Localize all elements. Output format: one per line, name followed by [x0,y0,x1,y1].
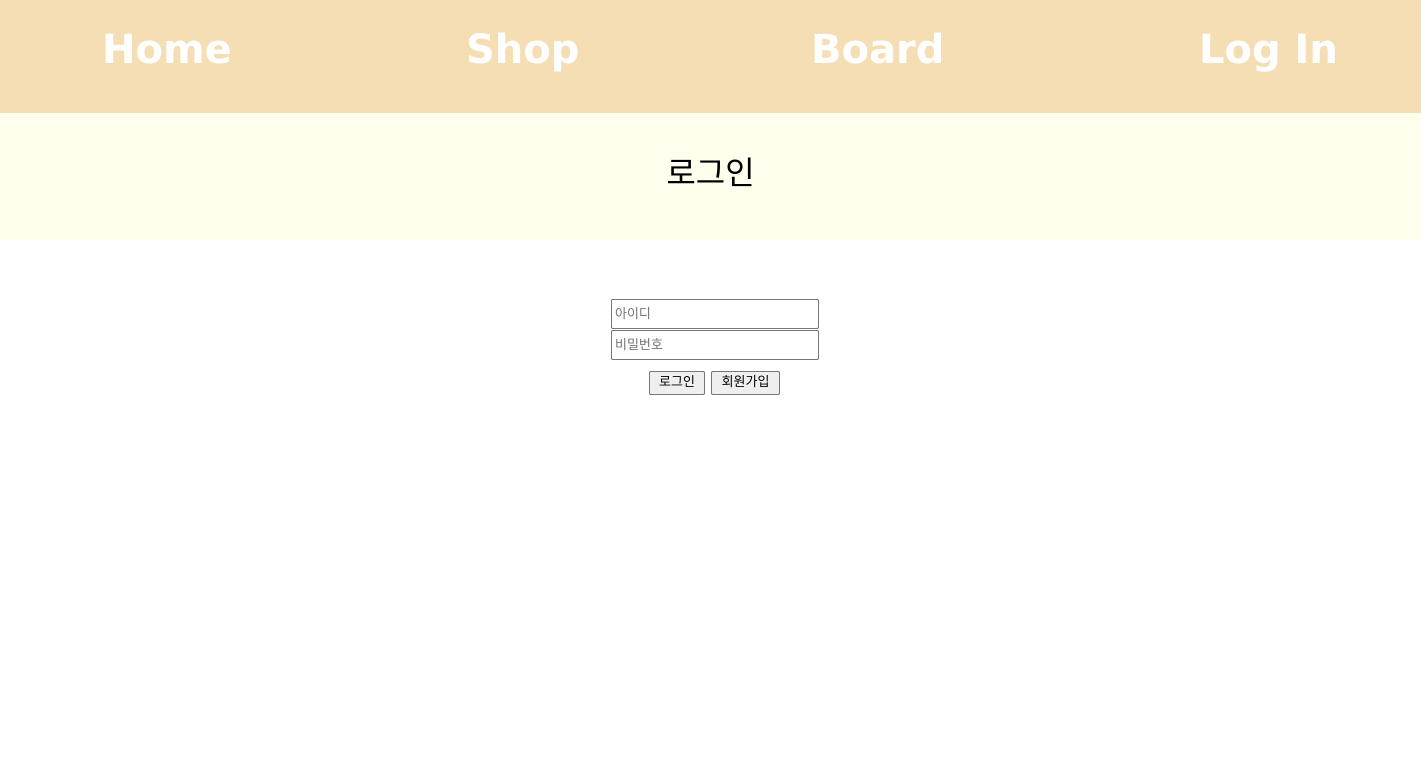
nav-home-link[interactable]: Home [102,0,232,100]
page-title: 로그인 [666,154,755,192]
signup-button[interactable]: 회원가입 [711,371,780,395]
password-input[interactable] [611,330,819,360]
nav-login-link[interactable]: Log In [1199,0,1338,100]
nav-shop-link[interactable]: Shop [466,0,579,100]
nav-board-link[interactable]: Board [811,0,944,100]
login-form: 로그인 회원가입 [611,299,819,395]
login-button[interactable]: 로그인 [649,371,705,395]
page-title-band: 로그인 [0,113,1421,240]
form-buttons: 로그인 회원가입 [611,371,819,395]
id-input[interactable] [611,299,819,329]
top-navigation-bar: Home Shop Board Log In [0,0,1421,113]
